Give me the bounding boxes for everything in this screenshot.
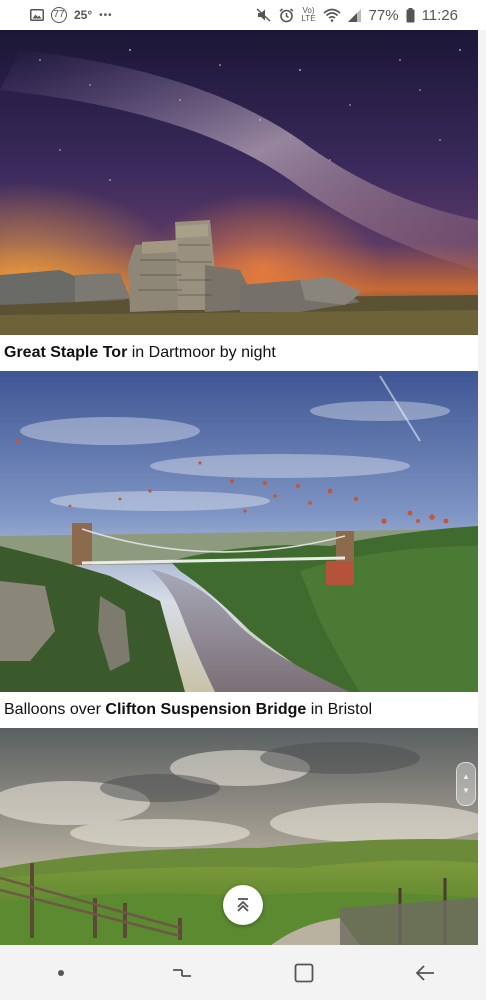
status-bar: 77 25° ••• Vo) LTE 77% 11:26 bbox=[0, 0, 486, 30]
navigation-bar bbox=[0, 945, 486, 1000]
volte-indicator: Vo) LTE bbox=[301, 6, 316, 23]
alarm-icon bbox=[279, 7, 294, 23]
status-right: Vo) LTE 77% 11:26 bbox=[256, 7, 486, 24]
scroll-to-top-button[interactable] bbox=[223, 885, 263, 925]
chevron-down-icon: ▼ bbox=[462, 786, 470, 795]
caption-place-name: Great Staple Tor bbox=[4, 344, 128, 361]
caption-prefix: Balloons over bbox=[4, 701, 106, 718]
mute-icon bbox=[256, 8, 272, 22]
caption-suffix: in Bristol bbox=[306, 701, 373, 718]
side-scroll-handle[interactable]: ▲ ▼ bbox=[456, 762, 476, 806]
temperature-text: 25° bbox=[74, 8, 93, 22]
nav-indicator-button[interactable] bbox=[31, 945, 91, 1000]
double-chevron-up-icon bbox=[237, 898, 249, 912]
notification-count-badge: 77 bbox=[51, 7, 67, 23]
clock-time: 11:26 bbox=[421, 6, 458, 24]
article-caption[interactable]: Balloons over Clifton Suspension Bridge … bbox=[0, 692, 478, 728]
recents-icon bbox=[173, 968, 192, 977]
status-left: 77 25° ••• bbox=[0, 7, 113, 23]
battery-percent: 77% bbox=[368, 6, 399, 24]
article-caption[interactable]: Great Staple Tor in Dartmoor by night bbox=[0, 335, 478, 371]
photo-great-staple-tor[interactable] bbox=[0, 30, 478, 335]
home-button[interactable] bbox=[274, 945, 334, 1000]
article-feed[interactable]: Great Staple Tor in Dartmoor by night Ba… bbox=[0, 30, 478, 946]
gallery-notification-icon bbox=[30, 9, 44, 21]
recents-button[interactable] bbox=[152, 945, 212, 1000]
photo-clifton-suspension-bridge[interactable] bbox=[0, 371, 478, 692]
more-notifications-icon: ••• bbox=[99, 9, 113, 21]
dot-icon bbox=[57, 969, 64, 976]
back-button[interactable] bbox=[395, 945, 455, 1000]
home-icon bbox=[294, 963, 314, 982]
battery-icon bbox=[406, 7, 415, 23]
back-icon bbox=[415, 964, 435, 981]
wifi-icon bbox=[323, 8, 341, 22]
article-card[interactable]: Great Staple Tor in Dartmoor by night bbox=[0, 30, 478, 371]
chevron-up-icon: ▲ bbox=[462, 772, 470, 781]
caption-suffix: in Dartmoor by night bbox=[127, 344, 276, 361]
scroll-track[interactable] bbox=[478, 30, 486, 945]
signal-strength-icon bbox=[347, 8, 362, 22]
article-card[interactable]: Balloons over Clifton Suspension Bridge … bbox=[0, 371, 478, 728]
caption-place-name: Clifton Suspension Bridge bbox=[105, 701, 307, 718]
